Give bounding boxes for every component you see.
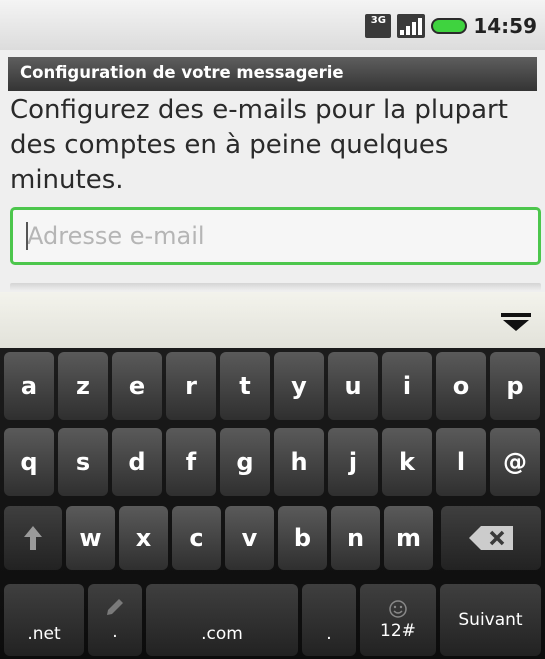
key-label: q	[20, 448, 38, 476]
signal-strength-icon	[397, 14, 426, 38]
key-x[interactable]: x	[119, 506, 168, 570]
divider	[10, 283, 541, 291]
key-h[interactable]: h	[274, 428, 324, 496]
key-label: x	[135, 524, 152, 552]
clock: 14:59	[473, 14, 537, 38]
key-y[interactable]: y	[274, 352, 324, 420]
key-a[interactable]: a	[4, 352, 54, 420]
symbols-key-label: 12#	[380, 621, 416, 641]
key-t[interactable]: t	[220, 352, 270, 420]
backspace-icon	[469, 526, 513, 550]
key-g[interactable]: g	[220, 428, 270, 496]
key-label: a	[20, 372, 38, 400]
key-label: m	[395, 524, 421, 552]
key-label: d	[128, 448, 146, 476]
screen: 3G 14:59 Configuration de votre messager…	[0, 0, 545, 659]
dot-key-label: .	[112, 622, 118, 642]
key-r[interactable]: r	[166, 352, 216, 420]
email-input[interactable]	[13, 210, 538, 262]
key-label: p	[506, 372, 524, 400]
key-label: j	[348, 448, 358, 476]
key-c[interactable]: c	[172, 506, 221, 570]
text-cursor	[26, 222, 28, 250]
key-o[interactable]: o	[436, 352, 486, 420]
key-label: s	[75, 448, 91, 476]
next-key-label: Suivant	[458, 610, 523, 630]
key-j[interactable]: j	[328, 428, 378, 496]
key-s[interactable]: s	[58, 428, 108, 496]
key-label: c	[189, 524, 204, 552]
dot-key[interactable]: .	[88, 584, 142, 656]
net-key[interactable]: .net	[4, 584, 84, 656]
hide-keyboard-icon[interactable]	[501, 312, 531, 332]
key-m[interactable]: m	[384, 506, 433, 570]
key-e[interactable]: e	[112, 352, 162, 420]
key-label: l	[456, 448, 466, 476]
period-key-label: .	[326, 624, 332, 644]
pencil-icon	[107, 599, 123, 615]
network-type-label: 3G	[370, 15, 386, 26]
key-p[interactable]: p	[490, 352, 540, 420]
key-label: w	[79, 524, 102, 552]
status-bar: 3G 14:59	[0, 0, 545, 50]
key-label: f	[185, 448, 197, 476]
key-u[interactable]: u	[328, 352, 378, 420]
email-field-container[interactable]	[10, 207, 541, 265]
status-icons: 3G 14:59	[365, 14, 537, 38]
shift-arrow-icon	[24, 526, 42, 550]
key-w[interactable]: w	[66, 506, 115, 570]
key-i[interactable]: i	[382, 352, 432, 420]
com-key[interactable]: .com	[146, 584, 298, 656]
key-label: h	[290, 448, 308, 476]
net-key-label: .net	[27, 624, 61, 644]
key-d[interactable]: d	[112, 428, 162, 496]
network-3g-icon: 3G	[365, 14, 392, 38]
key-label: b	[293, 524, 312, 552]
suggestion-strip	[0, 292, 545, 348]
key-label: @	[503, 448, 527, 476]
key-label: k	[399, 448, 415, 476]
key-v[interactable]: v	[225, 506, 274, 570]
title-bar: Configuration de votre messagerie	[8, 57, 537, 91]
key-l[interactable]: l	[436, 428, 486, 496]
key-label: i	[402, 372, 412, 400]
key-at[interactable]: @	[490, 428, 540, 496]
next-key[interactable]: Suivant	[440, 584, 541, 656]
key-label: n	[346, 524, 365, 552]
key-label: r	[185, 372, 197, 400]
key-label: g	[236, 448, 254, 476]
page-title: Configuration de votre messagerie	[20, 63, 344, 82]
key-label: y	[291, 372, 307, 400]
key-b[interactable]: b	[278, 506, 327, 570]
soft-keyboard: a z e r t y u i o p q s d f g h j k l @ w x c v b n m .net	[0, 348, 545, 659]
key-q[interactable]: q	[4, 428, 54, 496]
key-k[interactable]: k	[382, 428, 432, 496]
key-z[interactable]: z	[58, 352, 108, 420]
key-label: u	[344, 372, 362, 400]
key-label: e	[128, 372, 146, 400]
period-key[interactable]: .	[302, 584, 356, 656]
key-label: v	[241, 524, 258, 552]
key-label: t	[239, 372, 251, 400]
shift-key[interactable]	[4, 506, 62, 570]
key-label: z	[76, 372, 90, 400]
battery-icon	[431, 18, 468, 34]
backspace-key[interactable]	[441, 506, 541, 570]
symbols-key[interactable]: 12#	[360, 584, 436, 656]
smiley-icon	[389, 600, 407, 618]
com-key-label: .com	[201, 624, 243, 644]
key-n[interactable]: n	[331, 506, 380, 570]
key-f[interactable]: f	[166, 428, 216, 496]
instructions-text: Configurez des e-mails pour la plupart d…	[10, 95, 508, 195]
key-label: o	[452, 372, 470, 400]
